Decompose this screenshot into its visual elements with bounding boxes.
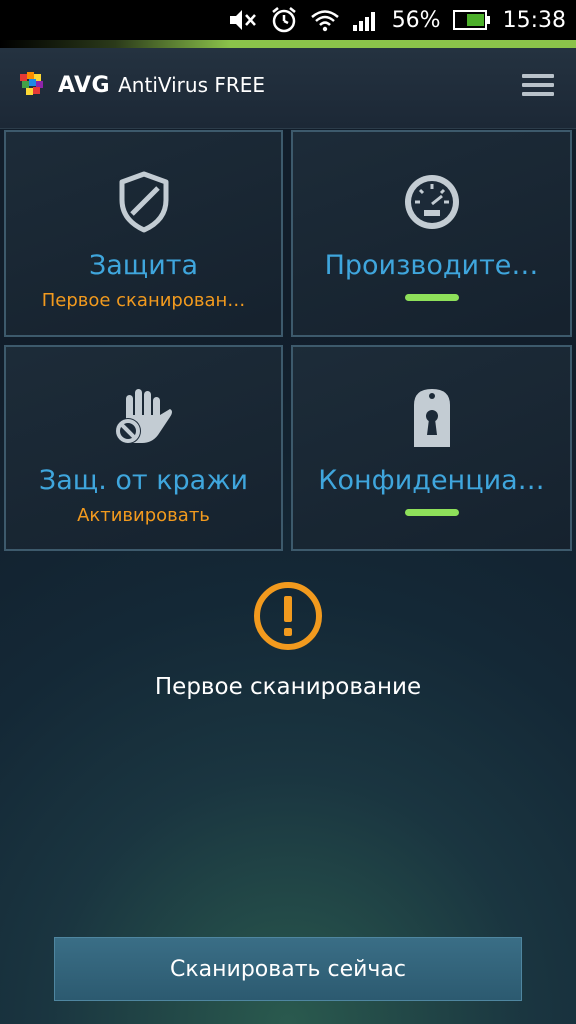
warning-message: Первое сканирование bbox=[154, 674, 422, 700]
tile-title: Производите… bbox=[324, 250, 539, 281]
hand-block-icon bbox=[112, 385, 176, 453]
menu-icon bbox=[522, 74, 554, 78]
tile-protection[interactable]: Защита Первое сканирован… bbox=[4, 130, 283, 337]
clock: 15:38 bbox=[502, 7, 566, 33]
avg-logo-icon bbox=[20, 72, 43, 95]
scan-now-button[interactable]: Сканировать сейчас bbox=[54, 937, 522, 1001]
keyhole-lock-icon bbox=[410, 383, 454, 453]
speedometer-icon bbox=[402, 172, 462, 236]
wifi-icon bbox=[310, 8, 340, 32]
battery-icon bbox=[452, 9, 491, 31]
signal-icon bbox=[352, 8, 380, 32]
tile-privacy[interactable]: Конфиденциа… bbox=[291, 345, 572, 551]
mute-icon bbox=[228, 8, 258, 32]
tile-title: Конфиденциа… bbox=[318, 465, 545, 496]
tile-performance[interactable]: Производите… bbox=[291, 130, 572, 337]
app-logo: AVG AntiVirus FREE bbox=[18, 70, 265, 100]
tile-subtitle: Первое сканирован… bbox=[41, 290, 246, 311]
tile-title: Защ. от кражи bbox=[38, 465, 249, 496]
tile-anti-theft[interactable]: Защ. от кражи Активировать bbox=[4, 345, 283, 551]
status-ok-bar bbox=[404, 509, 459, 516]
status-bar: 56% 15:38 bbox=[0, 0, 576, 40]
tile-title: Защита bbox=[88, 250, 199, 281]
warning-circle-icon bbox=[252, 580, 324, 656]
alarm-icon bbox=[270, 6, 298, 34]
menu-button[interactable] bbox=[522, 74, 554, 100]
tile-subtitle: Активировать bbox=[77, 505, 210, 526]
product-name: AntiVirus FREE bbox=[118, 73, 266, 97]
battery-percent: 56% bbox=[391, 7, 441, 33]
shield-icon bbox=[116, 170, 172, 238]
app-header: AVG AntiVirus FREE bbox=[0, 48, 576, 129]
progress-strip bbox=[0, 40, 576, 48]
status-ok-bar bbox=[404, 294, 459, 301]
brand-name: AVG bbox=[58, 72, 111, 98]
